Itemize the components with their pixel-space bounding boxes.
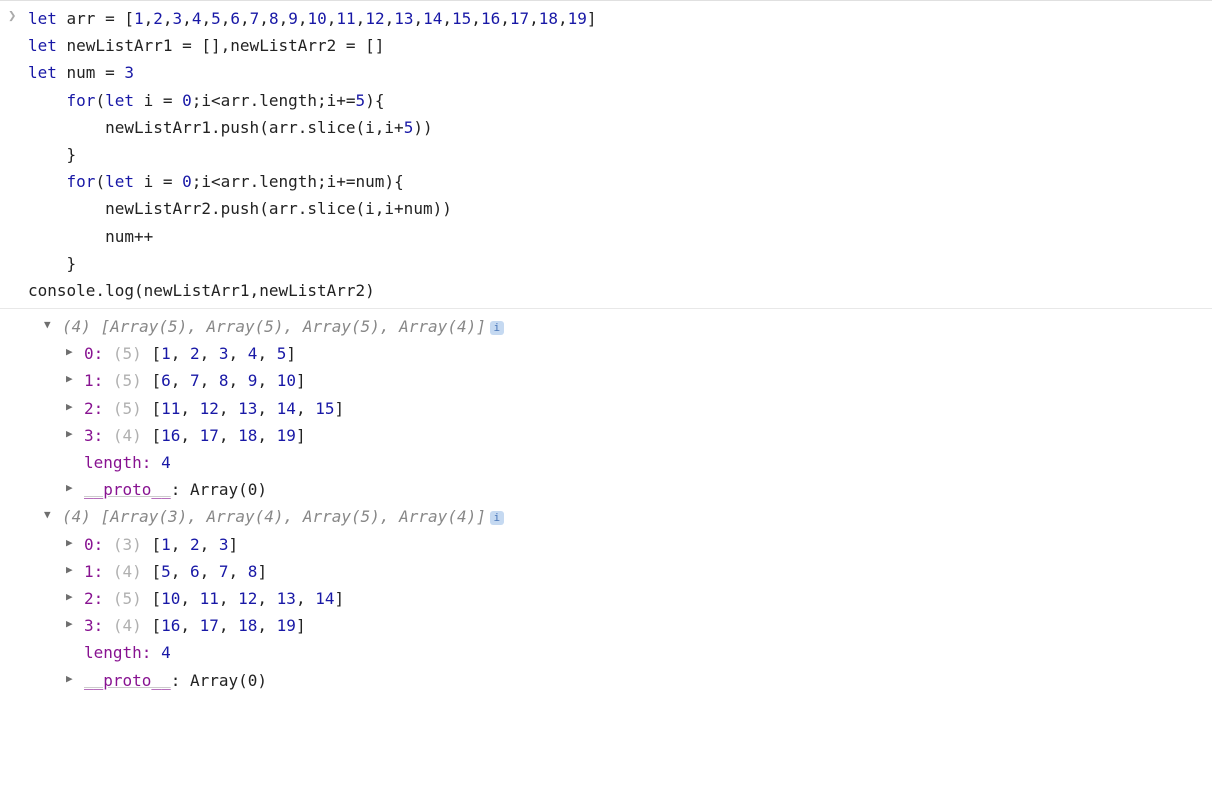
code-line: newListArr1.push(arr.slice(i,i+5)) <box>28 114 1204 141</box>
expand-toggle-icon[interactable] <box>66 534 73 553</box>
expand-toggle-icon[interactable] <box>66 370 73 389</box>
info-icon[interactable]: i <box>490 511 504 525</box>
expand-toggle-icon[interactable] <box>66 588 73 607</box>
code-line: let arr = [1,2,3,4,5,6,7,8,9,10,11,12,13… <box>28 5 1204 32</box>
code-line: } <box>28 141 1204 168</box>
array-length: length: 4 <box>66 639 1204 666</box>
console-output-entry: (4) [Array(5), Array(5), Array(5), Array… <box>0 309 1212 698</box>
prompt-marker: ❯ <box>8 5 16 29</box>
array-row[interactable]: 2: (5) [11, 12, 13, 14, 15] <box>66 395 1204 422</box>
expand-toggle-icon[interactable] <box>44 316 51 335</box>
console-panel: ❯ let arr = [1,2,3,4,5,6,7,8,9,10,11,12,… <box>0 0 1212 698</box>
code-line: let newListArr1 = [],newListArr2 = [] <box>28 32 1204 59</box>
expand-toggle-icon[interactable] <box>66 425 73 444</box>
array-row[interactable]: 1: (4) [5, 6, 7, 8] <box>66 558 1204 585</box>
array-expanded: 0: (5) [1, 2, 3, 4, 5]1: (5) [6, 7, 8, 9… <box>44 340 1204 503</box>
array-row[interactable]: 1: (5) [6, 7, 8, 9, 10] <box>66 367 1204 394</box>
code-block[interactable]: let arr = [1,2,3,4,5,6,7,8,9,10,11,12,13… <box>28 5 1204 304</box>
code-line: } <box>28 250 1204 277</box>
expand-toggle-icon[interactable] <box>66 615 73 634</box>
array-row[interactable]: 3: (4) [16, 17, 18, 19] <box>66 422 1204 449</box>
expand-toggle-icon[interactable] <box>66 561 73 580</box>
expand-toggle-icon[interactable] <box>66 670 73 689</box>
info-icon[interactable]: i <box>490 321 504 335</box>
array-summary[interactable]: (4) [Array(3), Array(4), Array(5), Array… <box>44 503 1204 530</box>
code-line: num++ <box>28 223 1204 250</box>
array-summary[interactable]: (4) [Array(5), Array(5), Array(5), Array… <box>44 313 1204 340</box>
array-row[interactable]: 2: (5) [10, 11, 12, 13, 14] <box>66 585 1204 612</box>
array-row[interactable]: 0: (3) [1, 2, 3] <box>66 531 1204 558</box>
code-line: let num = 3 <box>28 59 1204 86</box>
console-input-entry: ❯ let arr = [1,2,3,4,5,6,7,8,9,10,11,12,… <box>0 1 1212 309</box>
code-line: for(let i = 0;i<arr.length;i+=num){ <box>28 168 1204 195</box>
expand-toggle-icon[interactable] <box>44 506 51 525</box>
code-line: for(let i = 0;i<arr.length;i+=5){ <box>28 87 1204 114</box>
array-proto[interactable]: __proto__: Array(0) <box>66 667 1204 694</box>
expand-toggle-icon[interactable] <box>66 398 73 417</box>
array-row[interactable]: 3: (4) [16, 17, 18, 19] <box>66 612 1204 639</box>
array-proto[interactable]: __proto__: Array(0) <box>66 476 1204 503</box>
array-expanded: 0: (3) [1, 2, 3]1: (4) [5, 6, 7, 8]2: (5… <box>44 531 1204 694</box>
code-line: newListArr2.push(arr.slice(i,i+num)) <box>28 195 1204 222</box>
expand-toggle-icon[interactable] <box>66 343 73 362</box>
array-length: length: 4 <box>66 449 1204 476</box>
code-line: console.log(newListArr1,newListArr2) <box>28 277 1204 304</box>
expand-toggle-icon[interactable] <box>66 479 73 498</box>
array-row[interactable]: 0: (5) [1, 2, 3, 4, 5] <box>66 340 1204 367</box>
